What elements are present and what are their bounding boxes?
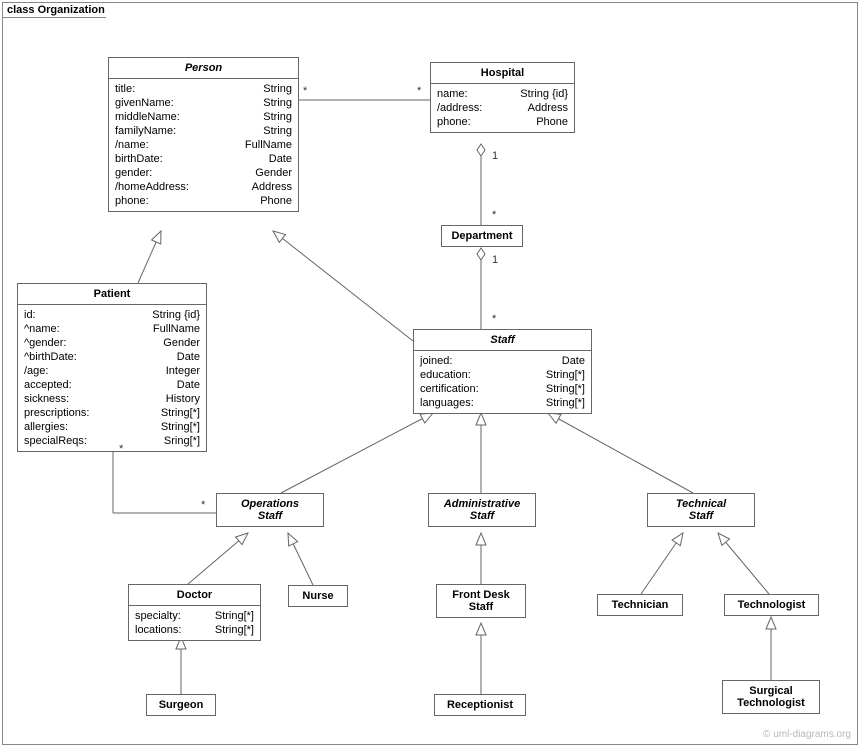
attribute-row: /homeAddress:Address	[115, 180, 292, 194]
class-title: Receptionist	[435, 695, 525, 715]
class-attrs: title:StringgivenName:StringmiddleName:S…	[109, 79, 298, 211]
class-attrs: name:String {id}/address:Addressphone:Ph…	[431, 84, 574, 132]
mult-patient-ops-left: *	[119, 443, 123, 455]
attribute-row: /address:Address	[437, 101, 568, 115]
class-title: Department	[442, 226, 522, 246]
class-nurse: Nurse	[288, 585, 348, 607]
class-staff: Staff joined:Dateeducation:String[*]cert…	[413, 329, 592, 414]
class-technical-staff: Technical Staff	[647, 493, 755, 527]
class-attrs: specialty:String[*]locations:String[*]	[129, 606, 260, 640]
class-title: Surgeon	[147, 695, 215, 715]
class-attrs: joined:Dateeducation:String[*]certificat…	[414, 351, 591, 413]
mult-hospital-dept-top: 1	[492, 150, 498, 162]
attribute-row: name:String {id}	[437, 87, 568, 101]
class-hospital: Hospital name:String {id}/address:Addres…	[430, 62, 575, 133]
attribute-row: title:String	[115, 82, 292, 96]
attribute-row: givenName:String	[115, 96, 292, 110]
class-title: Person	[109, 58, 298, 79]
class-title: Front Desk Staff	[437, 585, 525, 617]
class-title: Patient	[18, 284, 206, 305]
class-title: Surgical Technologist	[723, 681, 819, 713]
attribute-row: specialty:String[*]	[135, 609, 254, 623]
attribute-row: sickness:History	[24, 392, 200, 406]
mult-dept-staff-bottom: *	[492, 313, 496, 325]
class-receptionist: Receptionist	[434, 694, 526, 716]
class-administrative-staff: Administrative Staff	[428, 493, 536, 527]
class-technologist: Technologist	[724, 594, 819, 616]
mult-hospital-dept-bottom: *	[492, 209, 496, 221]
attribute-row: /age:Integer	[24, 364, 200, 378]
class-title: Nurse	[289, 586, 347, 606]
attribute-row: /name:FullName	[115, 138, 292, 152]
attribute-row: ^gender:Gender	[24, 336, 200, 350]
class-title: Operations Staff	[217, 494, 323, 526]
class-title: Technician	[598, 595, 682, 615]
class-title: Technical Staff	[648, 494, 754, 526]
class-surgical-technologist: Surgical Technologist	[722, 680, 820, 714]
attribute-row: accepted:Date	[24, 378, 200, 392]
class-front-desk-staff: Front Desk Staff	[436, 584, 526, 618]
attribute-row: specialReqs:Sring[*]	[24, 434, 200, 448]
class-title: Hospital	[431, 63, 574, 84]
attribute-row: familyName:String	[115, 124, 292, 138]
attribute-row: ^name:FullName	[24, 322, 200, 336]
package-frame: class Organization	[2, 2, 858, 745]
attribute-row: phone:Phone	[437, 115, 568, 129]
attribute-row: ^birthDate:Date	[24, 350, 200, 364]
attribute-row: gender:Gender	[115, 166, 292, 180]
watermark: © uml-diagrams.org	[763, 729, 851, 740]
attribute-row: birthDate:Date	[115, 152, 292, 166]
class-surgeon: Surgeon	[146, 694, 216, 716]
class-operations-staff: Operations Staff	[216, 493, 324, 527]
attribute-row: education:String[*]	[420, 368, 585, 382]
attribute-row: prescriptions:String[*]	[24, 406, 200, 420]
attribute-row: joined:Date	[420, 354, 585, 368]
class-technician: Technician	[597, 594, 683, 616]
attribute-row: middleName:String	[115, 110, 292, 124]
attribute-row: locations:String[*]	[135, 623, 254, 637]
attribute-row: phone:Phone	[115, 194, 292, 208]
class-attrs: id:String {id}^name:FullName^gender:Gend…	[18, 305, 206, 451]
class-title: Administrative Staff	[429, 494, 535, 526]
attribute-row: allergies:String[*]	[24, 420, 200, 434]
class-patient: Patient id:String {id}^name:FullName^gen…	[17, 283, 207, 452]
mult-patient-ops-right: *	[201, 499, 205, 511]
class-person: Person title:StringgivenName:Stringmiddl…	[108, 57, 299, 212]
class-title: Doctor	[129, 585, 260, 606]
mult-person-hospital-left: *	[303, 85, 307, 97]
class-title: Staff	[414, 330, 591, 351]
mult-person-hospital-right: *	[417, 85, 421, 97]
class-title: Technologist	[725, 595, 818, 615]
mult-dept-staff-top: 1	[492, 254, 498, 266]
class-doctor: Doctor specialty:String[*]locations:Stri…	[128, 584, 261, 641]
frame-label: class Organization	[2, 2, 120, 18]
attribute-row: certification:String[*]	[420, 382, 585, 396]
attribute-row: id:String {id}	[24, 308, 200, 322]
class-department: Department	[441, 225, 523, 247]
attribute-row: languages:String[*]	[420, 396, 585, 410]
